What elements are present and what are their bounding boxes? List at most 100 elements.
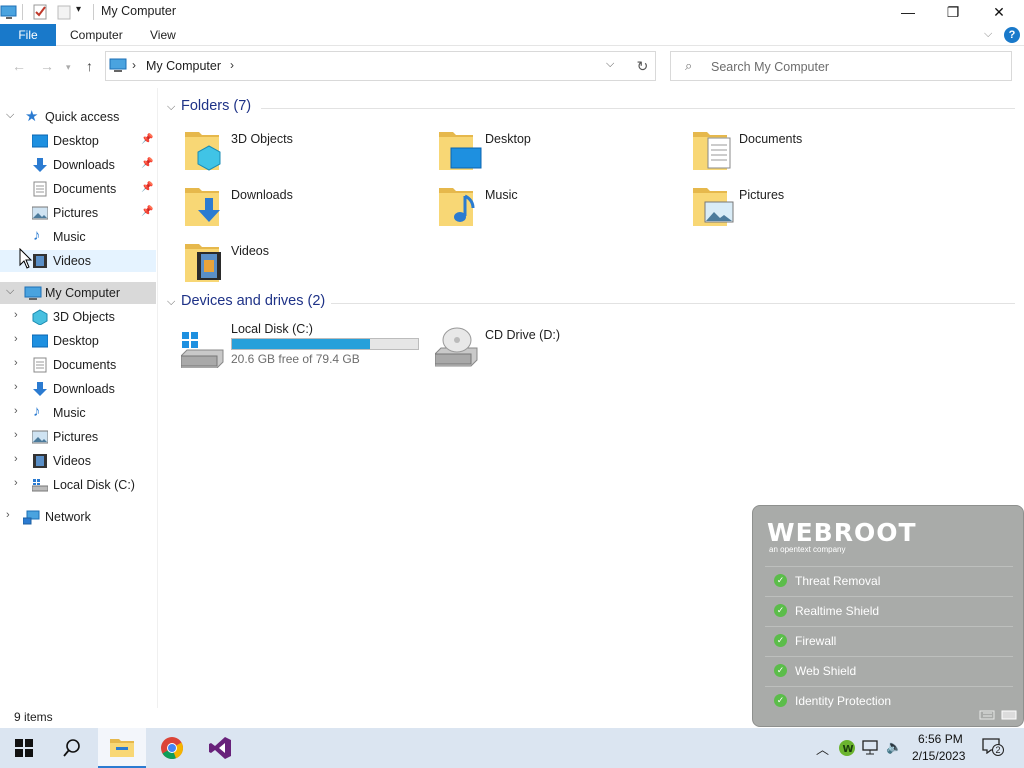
pin-icon[interactable]: 📌: [141, 206, 153, 217]
help-button[interactable]: ?: [1004, 27, 1020, 43]
folder-desktop[interactable]: Desktop: [439, 128, 679, 178]
minimize-button[interactable]: —: [885, 0, 931, 24]
webroot-status-realtime-shield: ✓ Realtime Shield: [765, 596, 1013, 625]
ribbon-tabs: File Computer View ⌵ ?: [0, 24, 1024, 46]
folder-pictures[interactable]: Pictures: [693, 184, 933, 234]
close-button[interactable]: ✕: [976, 0, 1022, 24]
webroot-item-label: Identity Protection: [795, 694, 892, 708]
folder-music[interactable]: Music: [439, 184, 679, 234]
nav-qa-pictures[interactable]: Pictures 📌: [0, 202, 156, 224]
start-button[interactable]: [0, 728, 48, 768]
devices-group-header[interactable]: ⌵ Devices and drives (2): [167, 293, 1017, 313]
clock-date[interactable]: 2/15/2023: [912, 749, 965, 763]
expand-icon[interactable]: ›: [14, 309, 18, 321]
nav-quick-access[interactable]: ⌵ ★ Quick access: [0, 106, 156, 128]
nav-label: Desktop: [53, 134, 99, 148]
search-button[interactable]: [48, 728, 96, 768]
expand-icon[interactable]: ›: [6, 509, 10, 521]
breadcrumb-my-computer[interactable]: My Computer: [146, 59, 221, 73]
customize-quick-access-icon[interactable]: ▾: [76, 4, 81, 22]
webroot-tray-icon[interactable]: W: [838, 739, 856, 757]
nav-my-computer[interactable]: ⌵ My Computer: [0, 282, 156, 304]
breadcrumb-chevron-icon[interactable]: ›: [230, 58, 234, 72]
properties-icon[interactable]: [32, 3, 48, 21]
nav-pc-videos[interactable]: › Videos: [0, 450, 156, 472]
chrome-icon: [161, 737, 184, 760]
expand-icon[interactable]: ›: [14, 405, 18, 417]
tab-file[interactable]: File: [0, 24, 56, 46]
folder-downloads[interactable]: Downloads: [185, 184, 425, 234]
computer-icon[interactable]: [0, 3, 18, 21]
nav-label: Pictures: [53, 430, 99, 444]
pin-icon[interactable]: 📌: [141, 182, 153, 193]
nav-network[interactable]: › Network: [0, 506, 156, 528]
search-input[interactable]: ⌕ Search My Computer: [670, 51, 1012, 81]
taskbar-chrome[interactable]: [148, 728, 196, 768]
window-title: My Computer: [101, 4, 177, 18]
address-dropdown-icon[interactable]: ⌵: [606, 58, 614, 71]
expand-icon[interactable]: ›: [14, 477, 18, 489]
pin-icon[interactable]: 📌: [141, 158, 153, 169]
folder-videos[interactable]: Videos: [185, 240, 425, 290]
address-bar[interactable]: › My Computer › ⌵: [105, 51, 656, 81]
nav-qa-downloads[interactable]: Downloads 📌: [0, 154, 156, 176]
webroot-item-label: Firewall: [795, 634, 837, 648]
clock-time[interactable]: 6:56 PM: [918, 732, 963, 746]
webroot-popup[interactable]: WEBROOT an opentext company ✓ Threat Remo…: [752, 505, 1024, 727]
nav-qa-music[interactable]: ♪ Music: [0, 226, 156, 248]
up-arrow-icon[interactable]: ↑: [86, 58, 93, 74]
folder-3d-objects[interactable]: 3D Objects: [185, 128, 425, 178]
nav-pc-downloads[interactable]: › Downloads: [0, 378, 156, 400]
nav-pc-desktop[interactable]: › Desktop: [0, 330, 156, 352]
expand-icon[interactable]: ›: [14, 333, 18, 345]
3d-objects-icon: [185, 132, 221, 171]
downloads-icon: [33, 158, 47, 172]
tile-label: Music: [485, 188, 518, 202]
show-hidden-icons-icon[interactable]: ︿: [816, 739, 829, 758]
nav-pc-documents[interactable]: › Documents: [0, 354, 156, 376]
collapse-icon[interactable]: ⌵: [167, 296, 175, 309]
tab-view[interactable]: View: [150, 24, 176, 46]
taskbar-file-explorer[interactable]: [98, 728, 146, 768]
collapse-icon[interactable]: ⌵: [6, 109, 14, 122]
maximize-button[interactable]: ❐: [930, 0, 976, 24]
volume-icon[interactable]: 🔈: [886, 739, 902, 755]
nav-label: Quick access: [45, 110, 120, 124]
recent-locations-icon[interactable]: ▾: [66, 62, 71, 73]
expand-icon[interactable]: ›: [14, 453, 18, 465]
nav-pc-music[interactable]: › ♪ Music: [0, 402, 156, 424]
taskbar-visual-studio[interactable]: [196, 728, 244, 768]
large-view-icon[interactable]: [1001, 710, 1017, 720]
refresh-button[interactable]: ↻: [630, 51, 656, 81]
cd-drive-icon: [435, 327, 478, 367]
drive-local-disk-c[interactable]: Local Disk (C:) 20.6 GB free of 79.4 GB: [181, 320, 431, 374]
breadcrumb-chevron-icon[interactable]: ›: [132, 58, 136, 72]
webroot-item-label: Threat Removal: [795, 574, 881, 588]
expand-icon[interactable]: ›: [14, 381, 18, 393]
folder-documents[interactable]: Documents: [693, 128, 933, 178]
forward-arrow-icon[interactable]: →: [40, 58, 54, 74]
nav-qa-documents[interactable]: Documents 📌: [0, 178, 156, 200]
nav-qa-desktop[interactable]: Desktop 📌: [0, 130, 156, 152]
nav-pc-pictures[interactable]: › Pictures: [0, 426, 156, 448]
nav-pc-local-disk[interactable]: › Local Disk (C:): [0, 474, 156, 496]
collapse-icon[interactable]: ⌵: [167, 101, 175, 114]
folders-group-header[interactable]: ⌵ Folders (7): [167, 98, 1017, 118]
network-tray-icon[interactable]: [862, 740, 880, 756]
pane-divider: [157, 88, 158, 708]
expand-ribbon-icon[interactable]: ⌵: [984, 28, 992, 41]
details-view-icon[interactable]: [979, 710, 995, 720]
nav-label: Downloads: [53, 158, 115, 172]
back-arrow-icon[interactable]: ←: [12, 58, 26, 74]
nav-pc-3d-objects[interactable]: › 3D Objects: [0, 306, 156, 328]
webroot-status-identity-protection: ✓ Identity Protection: [765, 686, 1013, 715]
pin-icon[interactable]: 📌: [141, 134, 153, 145]
expand-icon[interactable]: ›: [14, 357, 18, 369]
collapse-icon[interactable]: ⌵: [6, 285, 14, 298]
videos-icon: [33, 454, 47, 468]
tab-computer[interactable]: Computer: [70, 24, 123, 46]
drive-cd-d[interactable]: CD Drive (D:): [435, 320, 635, 374]
new-folder-icon[interactable]: [56, 3, 72, 21]
notifications-button[interactable]: 2: [982, 738, 1004, 758]
expand-icon[interactable]: ›: [14, 429, 18, 441]
